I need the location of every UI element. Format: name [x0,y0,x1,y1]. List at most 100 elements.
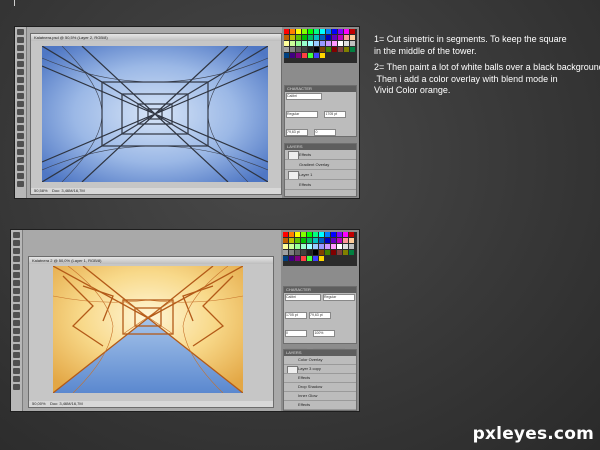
marquee-tool-icon[interactable] [17,37,24,43]
hand-tool-icon[interactable] [13,376,20,382]
zoom-level[interactable]: 50,58% [34,188,48,193]
layer-name: Effects [298,402,311,407]
layer-row[interactable]: Effects [284,374,356,383]
move-tool-icon[interactable] [13,232,20,238]
layer-row[interactable]: Color Overlay [284,356,356,365]
brush-tool-icon[interactable] [13,288,20,294]
history-brush-tool-icon[interactable] [17,101,24,107]
marquee-tool-icon[interactable] [13,240,20,246]
site-watermark: pxleyes.com [472,424,594,444]
hand-tool-icon[interactable] [17,173,24,179]
zoom-tool-icon[interactable] [17,181,24,187]
wand-tool-icon[interactable] [13,256,20,262]
layer-row[interactable]: Effects [285,180,356,190]
layer-name: Layer 3 copy [298,366,321,371]
font-style-select[interactable]: Regular [286,111,318,118]
eraser-tool-icon[interactable] [13,312,20,318]
photoshop-window-1: Kalatnera.psd @ 50,5% (Layer 2, RGB/8) 5… [14,26,360,199]
lasso-tool-icon[interactable] [13,248,20,254]
layer-row[interactable]: Effects [284,401,356,410]
font-family-select[interactable]: Calibri [286,93,322,100]
move-tool-icon[interactable] [17,29,24,35]
stamp-tool-icon[interactable] [17,93,24,99]
dodge-tool-icon[interactable] [17,133,24,139]
type-tool-icon[interactable] [17,149,24,155]
healing-tool-icon[interactable] [13,280,20,286]
leading-field[interactable]: 79,63 pt [309,312,331,319]
document-title[interactable]: Kalatnera 2 @ 50,0% (Layer 1, RGB/8) [29,257,273,264]
layer-name: Inner Glow [298,393,318,398]
canvas-tower-orange[interactable] [53,266,243,393]
layer-thumbnail [288,171,299,179]
tower-blue-image [42,46,268,182]
layer-row[interactable]: Layer 3 copy [284,365,356,374]
gradient-tool-icon[interactable] [17,117,24,123]
eyedropper-tool-icon[interactable] [13,272,20,278]
panels-column-2: CHARACTER Calibri Regular 1705 pt 79,63 pt… [281,230,359,411]
layer-name: Color Overlay [298,357,323,362]
history-brush-tool-icon[interactable] [13,304,20,310]
font-family-select[interactable]: Calibri [285,294,321,301]
toolbox [15,27,27,198]
vertical-scale-field[interactable]: 100% [313,330,336,337]
swatches-panel[interactable] [283,232,357,266]
pen-tool-icon[interactable] [13,344,20,350]
font-size-field[interactable]: 1705 pt [285,312,307,319]
character-tab[interactable]: CHARACTER [284,287,356,293]
layers-panel: LAYERS Effects Gradient Overlay Layer 1 … [284,143,357,197]
shape-tool-icon[interactable] [17,165,24,171]
pen-tool-icon[interactable] [17,141,24,147]
zoom-level[interactable]: 50,00% [32,401,46,406]
leading-field[interactable]: 79,63 pt [286,129,308,136]
brush-tool-icon[interactable] [17,85,24,91]
tracking-field[interactable]: 0 [285,330,307,337]
character-panel: CHARACTER Calibri Regular 1705 pt 79,63 pt… [284,85,357,172]
gradient-tool-icon[interactable] [13,320,20,326]
layer-thumbnail [287,366,298,373]
doc-size: Doc: 3,46M/16,7M [52,188,85,193]
font-size-field[interactable]: 1705 pt [324,111,347,118]
path-select-tool-icon[interactable] [13,360,20,366]
path-select-tool-icon[interactable] [17,157,24,163]
tracking-field[interactable]: 0 [314,129,337,136]
zoom-tool-icon[interactable] [13,384,20,390]
swatches-panel[interactable] [284,29,357,63]
layer-row[interactable]: Drop Shadow [284,383,356,392]
layer-thumbnail [288,151,299,159]
doc-size: Doc: 3,46M/16,7M [50,401,83,406]
font-style-select[interactable]: Regular [323,294,355,301]
panels-column-1: CHARACTER Calibri Regular 1705 pt 79,63 pt… [282,27,359,198]
crop-tool-icon[interactable] [17,61,24,67]
step-1: 1= Cut simetric in segments. To keep the… [374,34,600,57]
canvas-tower-blue[interactable] [42,46,268,182]
layer-row[interactable]: Effects [285,150,356,160]
wand-tool-icon[interactable] [17,53,24,59]
character-tab[interactable]: CHARACTER [285,86,356,92]
toolbox [11,230,23,411]
blur-tool-icon[interactable] [13,328,20,334]
shape-tool-icon[interactable] [13,368,20,374]
layer-row[interactable]: Layer 1 [285,170,356,180]
blur-tool-icon[interactable] [17,125,24,131]
photoshop-window-2: Kalatnera 2 @ 50,0% (Layer 1, RGB/8) 50,… [10,229,360,412]
layer-name: Effects [299,182,312,187]
document-window-1[interactable]: Kalatnera.psd @ 50,5% (Layer 2, RGB/8) 5… [30,33,282,195]
layer-name: Layer 1 [299,172,313,177]
layer-row[interactable]: Inner Glow [284,392,356,401]
document-title[interactable]: Kalatnera.psd @ 50,5% (Layer 2, RGB/8) [31,34,281,41]
step-1-line-2: in the middle of the tower. [374,45,477,56]
healing-tool-icon[interactable] [17,77,24,83]
crop-tool-icon[interactable] [13,264,20,270]
dodge-tool-icon[interactable] [13,336,20,342]
document-status-bar: 50,00% Doc: 3,46M/16,7M [29,401,273,407]
stamp-tool-icon[interactable] [13,296,20,302]
layer-name: Drop Shadow [298,384,323,389]
document-window-2[interactable]: Kalatnera 2 @ 50,0% (Layer 1, RGB/8) 50,… [28,256,274,408]
eyedropper-tool-icon[interactable] [17,69,24,75]
step-2-line-3: Vivid Color orange. [374,85,451,95]
type-tool-icon[interactable] [13,352,20,358]
layer-name: Effects [299,152,312,157]
lasso-tool-icon[interactable] [17,45,24,51]
layer-row[interactable]: Gradient Overlay [285,160,356,170]
eraser-tool-icon[interactable] [17,109,24,115]
